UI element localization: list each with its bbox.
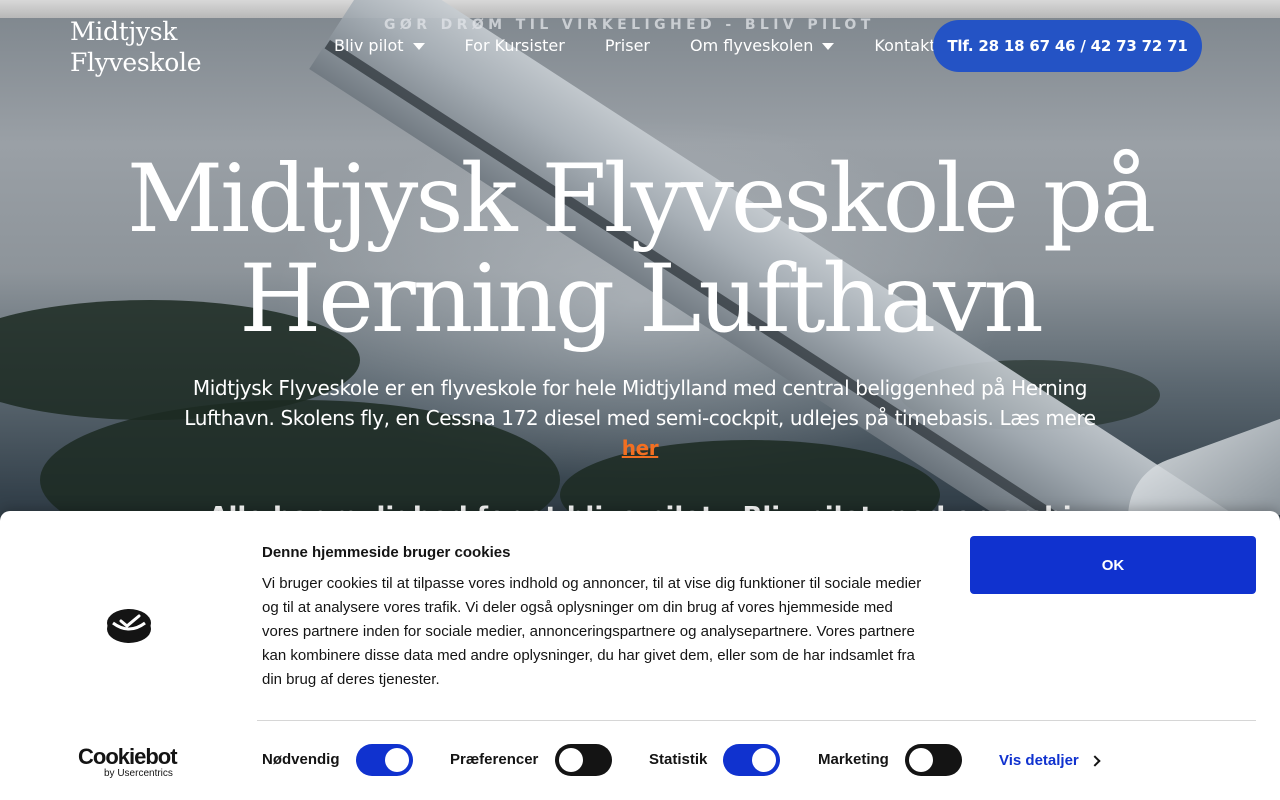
nav-item-label: For Kursister	[464, 36, 565, 55]
show-details-link[interactable]: Vis detaljer	[999, 752, 1101, 769]
caret-down-icon	[412, 43, 425, 50]
toggle-knob	[559, 748, 583, 772]
read-more-link[interactable]: her	[622, 436, 659, 460]
main-nav: Bliv pilot For Kursister Priser Om flyve…	[334, 36, 936, 55]
nav-item-bliv-pilot[interactable]: Bliv pilot	[334, 36, 425, 55]
nav-item-kontakt[interactable]: Kontakt	[874, 36, 935, 55]
hero-title: Midtjysk Flyveskole på Herning Lufthavn	[90, 150, 1190, 350]
toggle-knob	[752, 748, 776, 772]
toggle-noedvendig[interactable]	[356, 744, 413, 776]
hero-description-text: Midtjysk Flyveskole er en flyveskole for…	[184, 376, 1096, 430]
toggle-praeferencer[interactable]	[555, 744, 612, 776]
toggle-label-statistik: Statistik	[649, 751, 708, 768]
caret-down-icon	[822, 43, 835, 50]
toggle-label-praeferencer: Præferencer	[450, 751, 539, 768]
cookiebot-brand: Cookiebot by Usercentrics	[78, 744, 178, 780]
cookiebot-brand-name: Cookiebot	[78, 744, 178, 769]
nav-item-label: Om flyveskolen	[690, 36, 814, 55]
toggle-marketing[interactable]	[905, 744, 962, 776]
nav-item-priser[interactable]: Priser	[605, 36, 650, 55]
hero-title-line-2: Herning Lufthavn	[239, 245, 1043, 354]
toggle-label-marketing: Marketing	[818, 751, 889, 768]
cookiebot-logo-icon	[107, 609, 151, 643]
cookiebot-brand-sub: by Usercentrics	[104, 768, 173, 779]
nav-item-label: Priser	[604, 36, 650, 55]
site-logo[interactable]: Midtjysk Flyveskole	[70, 16, 202, 78]
phone-button[interactable]: Tlf. 28 18 67 46 / 42 73 72 71	[933, 20, 1202, 72]
toggle-label-noedvendig: Nødvendig	[262, 751, 340, 768]
toggle-knob	[909, 748, 933, 772]
divider	[257, 720, 1256, 721]
ok-button[interactable]: OK	[970, 536, 1256, 594]
cookie-title: Denne hjemmeside bruger cookies	[262, 544, 511, 561]
cookie-banner: Denne hjemmeside bruger cookies Vi bruge…	[0, 511, 1280, 800]
chevron-right-icon	[1089, 754, 1101, 767]
hero-description: Midtjysk Flyveskole er en flyveskole for…	[180, 373, 1100, 463]
toggle-statistik[interactable]	[723, 744, 780, 776]
cookie-body: Vi bruger cookies til at tilpasse vores …	[262, 575, 922, 688]
nav-item-label: Bliv pilot	[334, 36, 404, 55]
toggle-knob	[385, 748, 409, 772]
tagline: GØR DRØM TIL VIRKELIGHED - BLIV PILOT	[384, 17, 875, 33]
logo-line-2: Flyveskole	[70, 48, 202, 77]
hero-title-line-1: Midtjysk Flyveskole på	[126, 145, 1156, 254]
nav-item-label: Kontakt	[874, 36, 936, 55]
show-details-label: Vis detaljer	[999, 752, 1079, 769]
nav-item-for-kursister[interactable]: For Kursister	[465, 36, 565, 55]
nav-item-om-flyveskolen[interactable]: Om flyveskolen	[690, 36, 835, 55]
logo-line-1: Midtjysk	[70, 17, 178, 46]
